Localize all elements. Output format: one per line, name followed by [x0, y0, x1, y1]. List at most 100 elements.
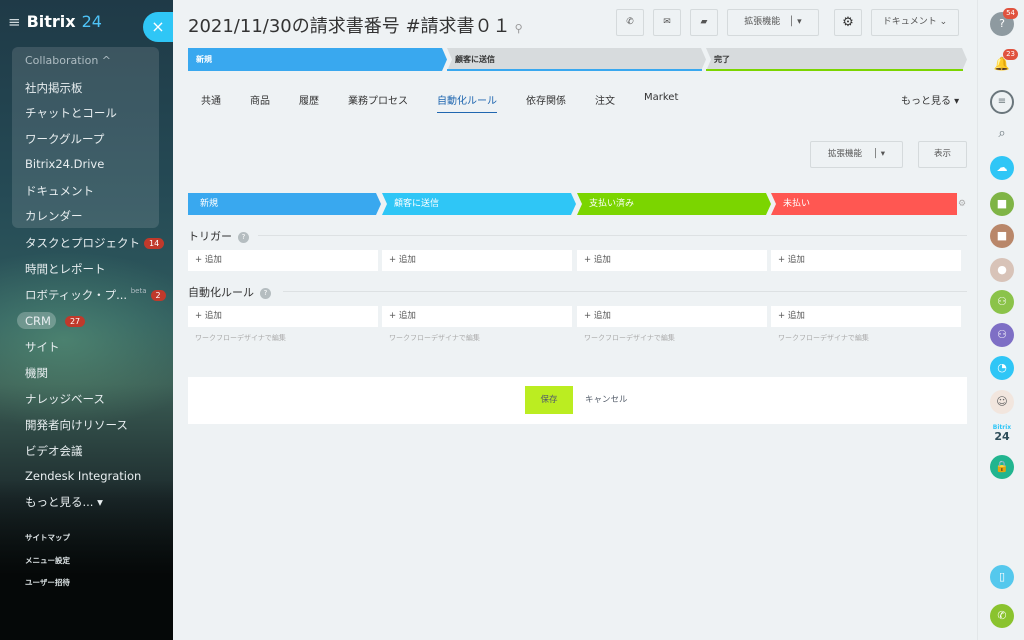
logo-number: 24	[81, 12, 102, 31]
users-avatar-icon[interactable]: ☺	[990, 390, 1014, 414]
video-chat-icon[interactable]: ■	[990, 192, 1014, 216]
tab-market[interactable]: Market	[644, 92, 678, 103]
invite-users-link[interactable]: ユーザー招待	[25, 577, 70, 588]
rpa-count-badge: 2	[150, 290, 166, 301]
extensions-dropdown[interactable]: 拡張機能 │ ▾	[727, 9, 819, 36]
tab-dependencies[interactable]: 依存関係	[526, 92, 566, 107]
auto-stage-sent: 顧客に送信	[394, 199, 440, 209]
chat-button[interactable]: ▰	[690, 9, 718, 36]
help-icon[interactable]: ?	[260, 287, 271, 299]
tab-orders[interactable]: 注文	[595, 92, 615, 107]
sidebar-item-label: タスクとプロジェクト	[25, 236, 140, 250]
group-icon[interactable]: ⚇	[990, 290, 1014, 314]
tab-more[interactable]: もっと見る ▾	[901, 92, 959, 107]
search-icon[interactable]: ⌕	[990, 122, 1014, 146]
auto-stage-unpaid: 未払い	[783, 199, 811, 209]
sidebar-item-workgroups[interactable]: ワークグループ	[25, 131, 104, 147]
help-icon[interactable]: ?	[238, 231, 249, 243]
rule-add-paid[interactable]: + 追加	[577, 306, 767, 327]
tab-general[interactable]: 共通	[201, 92, 221, 107]
bell-icon[interactable]: 🔔 23	[990, 49, 1018, 77]
sidebar-item-drive[interactable]: Bitrix24.Drive	[25, 157, 104, 171]
workflow-designer-link[interactable]: ワークフローデザイナで編集	[584, 333, 675, 343]
notification-badge: 54	[1003, 8, 1018, 19]
hamburger-icon[interactable]: ≡	[8, 13, 21, 31]
document-dropdown[interactable]: ドキュメント ⌄	[871, 9, 959, 36]
menu-settings-link[interactable]: メニュー設定	[25, 555, 70, 566]
sidebar-item-rpa[interactable]: ロボティック・プ... beta 2	[25, 287, 166, 303]
bitrix24-app-icon[interactable]: Bitrix 24	[990, 424, 1014, 442]
trigger-add-paid[interactable]: + 追加	[577, 250, 767, 271]
trigger-add-sent[interactable]: + 追加	[382, 250, 572, 271]
gear-icon: ⚙	[842, 15, 854, 30]
messages-icon[interactable]: ≡	[990, 90, 1014, 114]
help-icon[interactable]: ? 54	[990, 8, 1018, 36]
sidebar-item-label: もっと見る... ▾	[25, 495, 103, 509]
phone-call-icon[interactable]: ✆	[990, 604, 1014, 628]
cloud-icon[interactable]: ☁	[990, 156, 1014, 180]
lock-icon[interactable]: 🔒	[990, 455, 1014, 479]
save-button[interactable]: 保存	[525, 386, 573, 414]
tab-history[interactable]: 履歴	[299, 92, 319, 107]
sidebar-item-company[interactable]: 機関	[25, 365, 48, 381]
chat-icon: ▰	[700, 17, 708, 27]
email-button[interactable]: ✉	[653, 9, 681, 36]
trigger-add-new[interactable]: + 追加	[188, 250, 378, 271]
view-button[interactable]: 表示	[918, 141, 967, 168]
tasks-count-badge: 14	[144, 238, 165, 249]
tab-automation[interactable]: 自動化ルール	[437, 92, 497, 113]
user-clock-icon[interactable]: ◔	[990, 356, 1014, 380]
sidebar-item-label: 社内掲示板	[25, 81, 83, 95]
workflow-designer-link[interactable]: ワークフローデザイナで編集	[778, 333, 869, 343]
rule-add-new[interactable]: + 追加	[188, 306, 378, 327]
tab-products[interactable]: 商品	[250, 92, 270, 107]
mail-icon: ✉	[663, 17, 671, 27]
rule-add-unpaid[interactable]: + 追加	[771, 306, 961, 327]
divider	[258, 235, 967, 236]
sidebar-item-more[interactable]: もっと見る... ▾	[25, 494, 103, 510]
call-button[interactable]: ✆	[616, 9, 644, 36]
sidebar-item-bulletin[interactable]: 社内掲示板	[25, 80, 83, 96]
phone-icon: ✆	[626, 17, 634, 27]
automation-extensions-dropdown[interactable]: 拡張機能 │ ▾	[810, 141, 903, 168]
sidebar-item-crm[interactable]: CRM 27	[25, 314, 86, 328]
sidebar-item-time[interactable]: 時間とレポート	[25, 261, 106, 277]
sidebar-item-chat[interactable]: チャットとコール	[25, 105, 117, 121]
sidebar-item-sites[interactable]: サイト	[25, 339, 60, 355]
sidebar-item-calendar[interactable]: カレンダー	[25, 208, 83, 224]
collaboration-header[interactable]: Collaboration ^	[25, 54, 111, 67]
stage-shape-new[interactable]	[188, 48, 447, 71]
sidebar-item-label: ドキュメント	[25, 184, 94, 198]
workflow-designer-link[interactable]: ワークフローデザイナで編集	[195, 333, 286, 343]
sidebar-item-developer[interactable]: 開発者向けリソース	[25, 417, 128, 433]
trigger-add-unpaid[interactable]: + 追加	[771, 250, 961, 271]
sidebar-item-knowledge[interactable]: ナレッジベース	[25, 391, 105, 407]
sidebar-item-label: ロボティック・プ...	[25, 288, 128, 302]
stage-settings-gear-icon[interactable]: ⚙	[958, 199, 966, 209]
cancel-button[interactable]: キャンセル	[585, 386, 628, 414]
sidebar-item-video[interactable]: ビデオ会議	[25, 443, 83, 459]
sidebar-item-documents[interactable]: ドキュメント	[25, 183, 94, 199]
sitemap-link[interactable]: サイトマップ	[25, 532, 70, 543]
sidebar-item-tasks[interactable]: タスクとプロジェクト 14	[25, 235, 165, 251]
sidebar-item-zendesk[interactable]: Zendesk Integration	[25, 469, 141, 483]
close-icon[interactable]: ×	[143, 12, 173, 42]
workflow-designer-link[interactable]: ワークフローデザイナで編集	[389, 333, 480, 343]
mobile-app-icon[interactable]: ▯	[990, 565, 1014, 589]
bitrix-logo[interactable]: ≡ Bitrix 24	[8, 12, 102, 31]
video-call-icon[interactable]: ■	[990, 224, 1014, 248]
trigger-section-title: トリガー?	[188, 228, 249, 244]
settings-button[interactable]: ⚙	[834, 9, 862, 36]
stage-sent[interactable]: 顧客に送信	[447, 48, 495, 71]
stage-done[interactable]: 完了	[706, 48, 730, 71]
sidebar-item-label: ビデオ会議	[25, 444, 83, 458]
rule-add-sent[interactable]: + 追加	[382, 306, 572, 327]
beta-label: beta	[130, 287, 147, 295]
stage-new[interactable]: 新規	[188, 48, 212, 71]
link-icon[interactable]: ⚲	[515, 22, 523, 35]
group-chat-icon[interactable]: ⚇	[990, 323, 1014, 347]
user-avatar-icon[interactable]: ●	[990, 258, 1014, 282]
tab-business-process[interactable]: 業務プロセス	[348, 92, 408, 107]
tab-bar: 共通 商品 履歴 業務プロセス 自動化ルール 依存関係 注文 Market もっ…	[188, 92, 967, 116]
stage-shape-done[interactable]	[706, 48, 967, 71]
